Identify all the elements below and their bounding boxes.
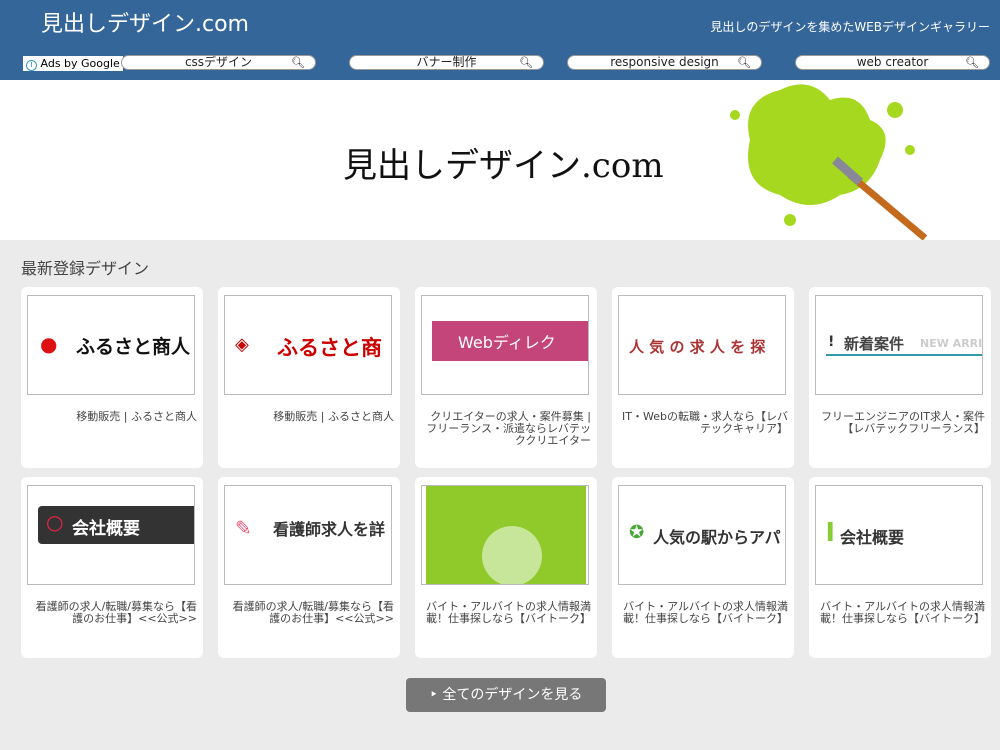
thumbnail-text: 看護師求人を詳 — [273, 520, 386, 539]
thumbnail-text: 会社概要 — [840, 528, 905, 547]
thumbnail-text: 新着案件 — [844, 335, 905, 353]
design-caption[interactable]: 看護師の求人/転職/募集なら【看護のお仕事】<<公式>> — [224, 601, 394, 625]
search-link-4[interactable]: web creator 🔍︎ — [795, 55, 990, 70]
design-card[interactable]: ○ 会社概要看護師の求人/転職/募集なら【看護のお仕事】<<公式>> — [21, 477, 203, 658]
design-caption[interactable]: クリエイターの求人・案件募集 | フリーランス・派遣ならレバテッククリエイター — [421, 411, 591, 447]
design-thumbnail[interactable] — [421, 485, 589, 585]
ads-by-google[interactable]: i Ads by Google — [23, 56, 123, 71]
search-icon: 🔍︎ — [965, 56, 979, 69]
search-label: responsive design — [610, 55, 719, 69]
thumbnail-text: NEW ARRI — [920, 337, 983, 350]
design-card[interactable]: 人 気 の 求 人 を 探 IT・Webの転職・求人なら【レバテックキャリア】 — [612, 287, 794, 468]
thumbnail-text: Webディレク — [458, 333, 556, 352]
design-caption[interactable]: バイト・アルバイトの求人情報満載！仕事探しなら【バイトーク】 — [421, 601, 591, 625]
design-caption[interactable]: IT・Webの転職・求人なら【レバテックキャリア】 — [618, 411, 788, 435]
thumbnail-text: ふるさと商人 — [76, 336, 191, 358]
design-card[interactable]: ✎ 看護師求人を詳看護師の求人/転職/募集なら【看護のお仕事】<<公式>> — [218, 477, 400, 658]
thumbnail-text: 人気の駅からアパ — [653, 528, 781, 547]
search-icon: 🔍︎ — [519, 56, 533, 69]
search-link-1[interactable]: cssデザイン 🔍︎ — [121, 55, 316, 70]
design-card[interactable]: ▍ 会社概要バイト・アルバイトの求人情報満載！仕事探しなら【バイトーク】 — [809, 477, 991, 658]
design-card[interactable]: ● ふるさと商人移動販売 | ふるさと商人 — [21, 287, 203, 468]
design-thumbnail[interactable]: ✎ 看護師求人を詳 — [224, 485, 392, 585]
hero-banner: 見出しデザイン.com — [0, 80, 1000, 240]
thumbnail-text: 人 気 の 求 人 を 探 — [629, 338, 766, 356]
section-title: 最新登録デザイン — [21, 259, 150, 278]
thumbnail-text: ふるさと商 — [277, 336, 382, 360]
thumbnail-text: 会社概要 — [72, 519, 140, 539]
design-card[interactable]: ◈ ふるさと商移動販売 | ふるさと商人 — [218, 287, 400, 468]
thumbnail-decoration-icon: ✎ — [235, 516, 252, 540]
design-caption[interactable]: 移動販売 | ふるさと商人 — [27, 411, 197, 423]
view-all-designs-button[interactable]: ‣ 全てのデザインを見る — [406, 678, 606, 712]
design-thumbnail[interactable]: ✪ 人気の駅からアパ — [618, 485, 786, 585]
thumbnail-decoration-icon: ○ — [46, 510, 64, 534]
search-label: cssデザイン — [184, 55, 253, 69]
search-label: バナー制作 — [416, 55, 477, 69]
info-icon: i — [26, 60, 37, 71]
design-caption[interactable]: 看護師の求人/転職/募集なら【看護のお仕事】<<公式>> — [27, 601, 197, 625]
design-card[interactable]: バイト・アルバイトの求人情報満載！仕事探しなら【バイトーク】 — [415, 477, 597, 658]
design-thumbnail[interactable]: ▍ 会社概要 — [815, 485, 983, 585]
search-link-2[interactable]: バナー制作 🔍︎ — [349, 55, 544, 70]
design-card[interactable]: ! 新着案件 NEW ARRI フリーエンジニアのIT求人・案件【レバテックフリーラン… — [809, 287, 991, 468]
design-thumbnail[interactable]: ◈ ふるさと商 — [224, 295, 392, 395]
search-label: web creator — [856, 55, 929, 69]
design-caption[interactable]: フリーエンジニアのIT求人・案件【レバテックフリーランス】 — [815, 411, 985, 435]
design-thumbnail[interactable]: Webディレク — [421, 295, 589, 395]
design-thumbnail[interactable]: ! 新着案件 NEW ARRI — [815, 295, 983, 395]
design-card[interactable]: Webディレククリエイターの求人・案件募集 | フリーランス・派遣ならレバテック… — [415, 287, 597, 468]
view-all-label: 全てのデザインを見る — [442, 687, 583, 703]
thumbnail-decoration-icon: ✪ — [629, 522, 645, 543]
design-caption[interactable]: バイト・アルバイトの求人情報満載！仕事探しなら【バイトーク】 — [618, 601, 788, 625]
site-header: 見出しデザイン.com 見出しのデザインを集めたWEBデザインギャラリー i A… — [0, 0, 1000, 80]
paint-splash-brush-image — [730, 84, 928, 240]
design-thumbnail[interactable]: 人 気 の 求 人 を 探 — [618, 295, 786, 395]
thumbnail-decoration-icon: ● — [40, 332, 58, 356]
site-logo[interactable]: 見出しデザイン.com — [41, 6, 249, 38]
ads-label: Ads by Google — [40, 57, 120, 70]
design-caption[interactable]: バイト・アルバイトの求人情報満載！仕事探しなら【バイトーク】 — [815, 601, 985, 625]
banner-title: 見出しデザイン.com — [343, 146, 664, 186]
design-thumbnail[interactable]: ● ふるさと商人 — [27, 295, 195, 395]
search-link-3[interactable]: responsive design 🔍︎ — [567, 55, 762, 70]
search-icon: 🔍︎ — [737, 56, 751, 69]
design-card[interactable]: ✪ 人気の駅からアパバイト・アルバイトの求人情報満載！仕事探しなら【バイトーク】 — [612, 477, 794, 658]
search-icon: 🔍︎ — [291, 56, 305, 69]
design-caption[interactable]: 移動販売 | ふるさと商人 — [224, 411, 394, 423]
thumbnail-decoration-icon: ! — [828, 334, 835, 350]
design-thumbnail[interactable]: ○ 会社概要 — [27, 485, 195, 585]
tagline: 見出しのデザインを集めたWEBデザインギャラリー — [710, 20, 990, 34]
thumbnail-decoration-icon: ◈ — [235, 334, 249, 355]
thumbnail-decoration-icon: ▍ — [828, 522, 841, 541]
